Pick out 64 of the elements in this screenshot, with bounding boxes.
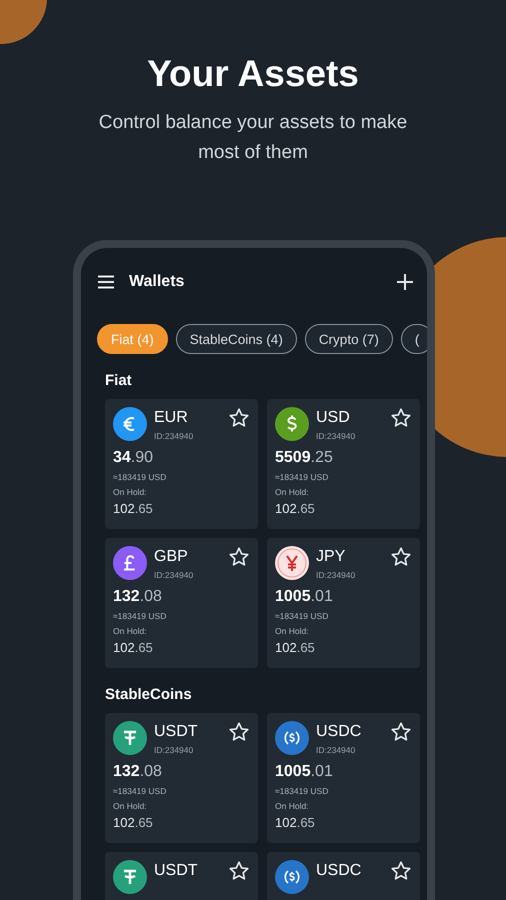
balance-amount: 132.08 bbox=[113, 588, 163, 606]
currency-name: EUR bbox=[154, 409, 189, 427]
on-hold-amount: 102.65 bbox=[113, 501, 154, 516]
on-hold-amount: 102.65 bbox=[275, 815, 316, 830]
currency-name: USDC bbox=[316, 723, 362, 741]
on-hold-amount: 102.65 bbox=[113, 815, 154, 830]
section-title: StableCoins bbox=[105, 686, 193, 703]
balance-amount: 1005.01 bbox=[275, 763, 334, 781]
on-hold-amount: 102.65 bbox=[275, 501, 316, 516]
on-hold-label: On Hold: bbox=[113, 801, 148, 811]
star-icon[interactable] bbox=[390, 546, 412, 568]
usd-equivalent: ≈183419 USD bbox=[113, 786, 168, 796]
balance-amount: 34.90 bbox=[113, 449, 154, 467]
usd-equivalent: ≈183419 USD bbox=[275, 611, 330, 621]
balance-amount: 1005.01 bbox=[275, 588, 334, 606]
page-subtitle: Control balance your assets to make most of them bbox=[98, 111, 408, 165]
balance-amount: 5509.25 bbox=[275, 449, 334, 467]
wallet-card[interactable]: GBP ID:234940 132.08 ≈183419 USD On Hold: 102.65 bbox=[105, 538, 258, 668]
filter-tab[interactable]: Crypto (7) bbox=[304, 324, 393, 354]
star-icon[interactable] bbox=[228, 721, 250, 743]
wallet-card[interactable]: USDC ID:234940 1005.01 ≈183419 USD On Hold: 102.65 bbox=[267, 713, 420, 843]
wallet-card[interactable]: USDC bbox=[267, 852, 420, 900]
wallet-card[interactable]: JPY ID:234940 1005.01 ≈183419 USD On Hold: 102.65 bbox=[267, 538, 420, 668]
wallet-id: ID:234940 bbox=[154, 745, 194, 755]
currency-name: USD bbox=[316, 409, 351, 427]
star-icon[interactable] bbox=[390, 860, 412, 882]
menu-icon[interactable] bbox=[97, 275, 115, 289]
add-icon[interactable] bbox=[397, 274, 413, 290]
section-title: Fiat bbox=[105, 372, 133, 389]
currency-name: GBP bbox=[154, 548, 189, 566]
wallet-card[interactable]: USDT ID:234940 132.08 ≈183419 USD On Hold: 102.65 bbox=[105, 713, 258, 843]
star-icon[interactable] bbox=[390, 407, 412, 429]
filter-tab[interactable]: ( bbox=[400, 324, 427, 354]
currency-name: USDT bbox=[154, 723, 199, 741]
star-icon[interactable] bbox=[228, 407, 250, 429]
on-hold-amount: 102.65 bbox=[275, 640, 316, 655]
wallet-id: ID:234940 bbox=[316, 745, 356, 755]
usd-equivalent: ≈183419 USD bbox=[275, 786, 330, 796]
on-hold-label: On Hold: bbox=[275, 626, 310, 636]
star-icon[interactable] bbox=[228, 860, 250, 882]
star-icon[interactable] bbox=[390, 721, 412, 743]
wallet-id: ID:234940 bbox=[154, 431, 194, 441]
currency-name: USDT bbox=[154, 862, 199, 880]
wallet-id: ID:234940 bbox=[316, 431, 356, 441]
on-hold-label: On Hold: bbox=[113, 487, 148, 497]
usd-equivalent: ≈183419 USD bbox=[275, 472, 330, 482]
currency-name: USDC bbox=[316, 862, 362, 880]
balance-amount: 132.08 bbox=[113, 763, 163, 781]
wallet-id: ID:234940 bbox=[316, 570, 356, 580]
on-hold-label: On Hold: bbox=[275, 801, 310, 811]
wallet-id: ID:234940 bbox=[154, 570, 194, 580]
currency-name: JPY bbox=[316, 548, 346, 566]
page-title: Your Assets bbox=[147, 52, 359, 96]
star-icon[interactable] bbox=[228, 546, 250, 568]
usd-equivalent: ≈183419 USD bbox=[113, 472, 168, 482]
wallet-card[interactable]: EUR ID:234940 34.90 ≈183419 USD On Hold: 102.65 bbox=[105, 399, 258, 529]
on-hold-label: On Hold: bbox=[275, 487, 310, 497]
wallet-card[interactable]: USDT bbox=[105, 852, 258, 900]
wallet-card[interactable]: USD ID:234940 5509.25 ≈183419 USD On Hold: 102.65 bbox=[267, 399, 420, 529]
on-hold-label: On Hold: bbox=[113, 626, 148, 636]
app-bar-title: Wallets bbox=[129, 273, 186, 291]
on-hold-amount: 102.65 bbox=[113, 640, 154, 655]
filter-tab[interactable]: StableCoins (4) bbox=[176, 324, 297, 354]
usd-equivalent: ≈183419 USD bbox=[113, 611, 168, 621]
